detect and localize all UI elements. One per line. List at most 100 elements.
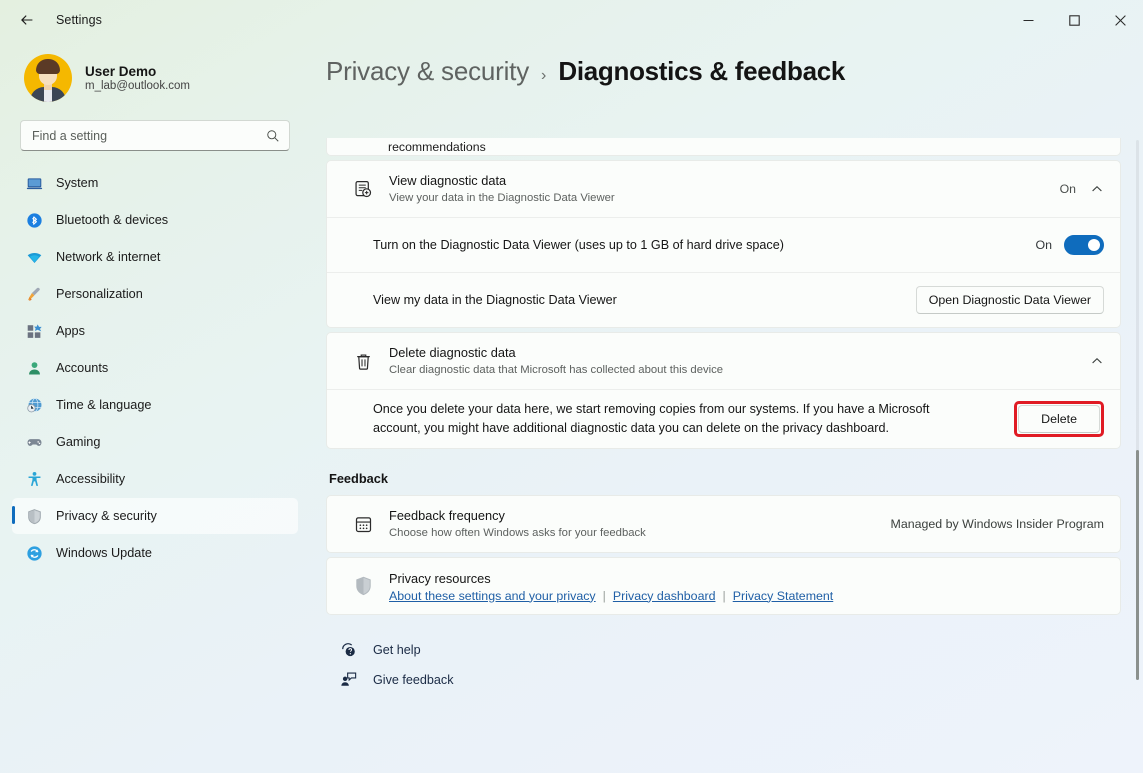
row-title: View diagnostic data	[389, 173, 507, 188]
account-name: User Demo	[85, 64, 157, 79]
link-about-settings-privacy[interactable]: About these settings and your privacy	[389, 589, 596, 603]
view-diagnostic-data-card: View diagnostic data View your data in t…	[326, 160, 1121, 328]
get-help-icon	[342, 643, 355, 657]
feedback-section-heading: Feedback	[329, 471, 389, 486]
sidebar-item-time-language[interactable]: Time & language	[12, 387, 298, 423]
minimize-icon	[1023, 19, 1033, 21]
clock-globe-icon	[27, 397, 42, 412]
minimize-button[interactable]	[1005, 0, 1051, 40]
delete-diagnostic-data-body-row: Once you delete your data here, we start…	[327, 389, 1120, 448]
close-icon	[1114, 14, 1126, 26]
app-title: Settings	[56, 13, 102, 27]
row-subtitle: Clear diagnostic data that Microsoft has…	[389, 364, 724, 376]
window-controls	[1005, 0, 1143, 40]
sidebar-nav: System Bluetooth & devices Network & int…	[12, 165, 298, 571]
chevron-up-icon[interactable]	[1090, 182, 1104, 196]
sub-row-label: Turn on the Diagnostic Data Viewer (uses…	[373, 237, 784, 252]
breadcrumb-parent[interactable]: Privacy & security	[326, 56, 529, 87]
accounts-icon	[29, 361, 40, 374]
apps-icon	[27, 323, 42, 338]
shield-grey-icon	[351, 574, 375, 598]
sidebar-item-label: Personalization	[56, 287, 143, 301]
sidebar-item-bluetooth-devices[interactable]: Bluetooth & devices	[12, 202, 298, 238]
bluetooth-icon	[27, 212, 42, 228]
paintbrush-icon	[27, 287, 40, 301]
row-title: Delete diagnostic data	[389, 345, 516, 360]
delete-diagnostic-data-header[interactable]: Delete diagnostic data Clear diagnostic …	[327, 333, 1120, 389]
sidebar-item-accessibility[interactable]: Accessibility	[12, 461, 298, 497]
give-feedback-link[interactable]: Give feedback	[340, 671, 454, 688]
delete-description: Once you delete your data here, we start…	[373, 402, 930, 435]
clipped-card-text: recommendations	[388, 140, 486, 154]
maximize-icon	[1068, 14, 1080, 26]
diagnostic-data-viewer-toggle[interactable]	[1064, 235, 1104, 255]
sidebar-item-privacy-security[interactable]: Privacy & security	[12, 498, 298, 534]
chevron-up-icon[interactable]	[1090, 354, 1104, 368]
back-arrow-icon	[21, 15, 33, 25]
footer-link-label: Get help	[373, 642, 421, 657]
close-button[interactable]	[1097, 0, 1143, 40]
settings-scroll-area: recommendations View diagnostic data Vie…	[310, 138, 1143, 773]
sidebar-item-system[interactable]: System	[12, 165, 298, 201]
trash-icon	[351, 349, 375, 373]
gamepad-icon	[27, 438, 42, 446]
sidebar-item-label: Windows Update	[56, 546, 152, 560]
clipped-card-above: recommendations	[326, 138, 1121, 156]
content-scrollbar[interactable]	[1136, 140, 1139, 680]
sidebar-item-label: Apps	[56, 324, 85, 338]
sidebar-item-network-internet[interactable]: Network & internet	[12, 239, 298, 275]
avatar	[24, 54, 72, 102]
search-icon	[267, 129, 279, 142]
content-area: Privacy & security › Diagnostics & feedb…	[310, 40, 1143, 773]
scrollbar-thumb[interactable]	[1136, 450, 1139, 680]
row-title: Privacy resources	[389, 570, 491, 586]
sidebar-item-personalization[interactable]: Personalization	[12, 276, 298, 312]
delete-button-highlight: Delete	[1014, 401, 1104, 437]
toggle-state-label: On	[1035, 238, 1052, 252]
feedback-frequency-card[interactable]: Feedback frequency Choose how often Wind…	[326, 495, 1121, 553]
footer-link-label: Give feedback	[373, 672, 454, 687]
maximize-button[interactable]	[1051, 0, 1097, 40]
sidebar-item-accounts[interactable]: Accounts	[12, 350, 298, 386]
privacy-resources-links: About these settings and your privacy | …	[389, 589, 1104, 603]
sidebar-item-label: System	[56, 176, 99, 190]
delete-diagnostic-data-group: Delete diagnostic data Clear diagnostic …	[326, 332, 1121, 449]
search-input[interactable]	[32, 128, 266, 143]
feedback-frequency-row[interactable]: Feedback frequency Choose how often Wind…	[327, 496, 1120, 552]
link-privacy-statement[interactable]: Privacy Statement	[733, 589, 834, 603]
update-icon	[27, 545, 42, 561]
link-separator: |	[722, 588, 726, 603]
account-summary[interactable]: User Demo m_lab@outlook.com	[12, 40, 298, 114]
account-email: m_lab@outlook.com	[85, 80, 190, 92]
open-diagnostic-data-viewer-row: View my data in the Diagnostic Data View…	[327, 272, 1120, 327]
breadcrumb-separator-icon: ›	[541, 67, 547, 84]
title-bar: Settings	[0, 0, 1143, 40]
row-subtitle: View your data in the Diagnostic Data Vi…	[389, 192, 615, 204]
sidebar-item-label: Accessibility	[56, 472, 126, 486]
open-diagnostic-data-viewer-button[interactable]: Open Diagnostic Data Viewer	[915, 286, 1104, 314]
delete-button[interactable]: Delete	[1018, 405, 1100, 433]
sidebar-item-label: Time & language	[56, 398, 152, 412]
search-box[interactable]	[20, 120, 290, 151]
page-title: Diagnostics & feedback	[558, 56, 846, 86]
sidebar-item-label: Network & internet	[56, 250, 161, 264]
get-help-link[interactable]: Get help	[340, 641, 421, 658]
sub-row-label: View my data in the Diagnostic Data View…	[373, 292, 617, 307]
link-privacy-dashboard[interactable]: Privacy dashboard	[613, 589, 716, 603]
sidebar-item-windows-update[interactable]: Windows Update	[12, 535, 298, 571]
delete-diagnostic-data-card: Delete diagnostic data Clear diagnostic …	[326, 332, 1121, 449]
accessibility-icon	[28, 471, 41, 486]
row-subtitle: Choose how often Windows asks for your f…	[389, 527, 646, 539]
row-status: On	[1059, 182, 1076, 196]
privacy-resources-card: Privacy resources About these settings a…	[326, 557, 1121, 615]
feedback-frequency-status: Managed by Windows Insider Program	[890, 517, 1105, 531]
shield-icon	[28, 508, 41, 524]
footer-links: Get help Give feedback	[340, 641, 1121, 688]
view-diagnostic-data-group: View diagnostic data View your data in t…	[326, 160, 1121, 328]
view-diagnostic-data-header[interactable]: View diagnostic data View your data in t…	[327, 161, 1120, 217]
link-separator: |	[602, 588, 606, 603]
sidebar-item-apps[interactable]: Apps	[12, 313, 298, 349]
sidebar-item-label: Gaming	[56, 435, 101, 449]
sidebar-item-gaming[interactable]: Gaming	[12, 424, 298, 460]
back-button[interactable]	[10, 4, 44, 36]
